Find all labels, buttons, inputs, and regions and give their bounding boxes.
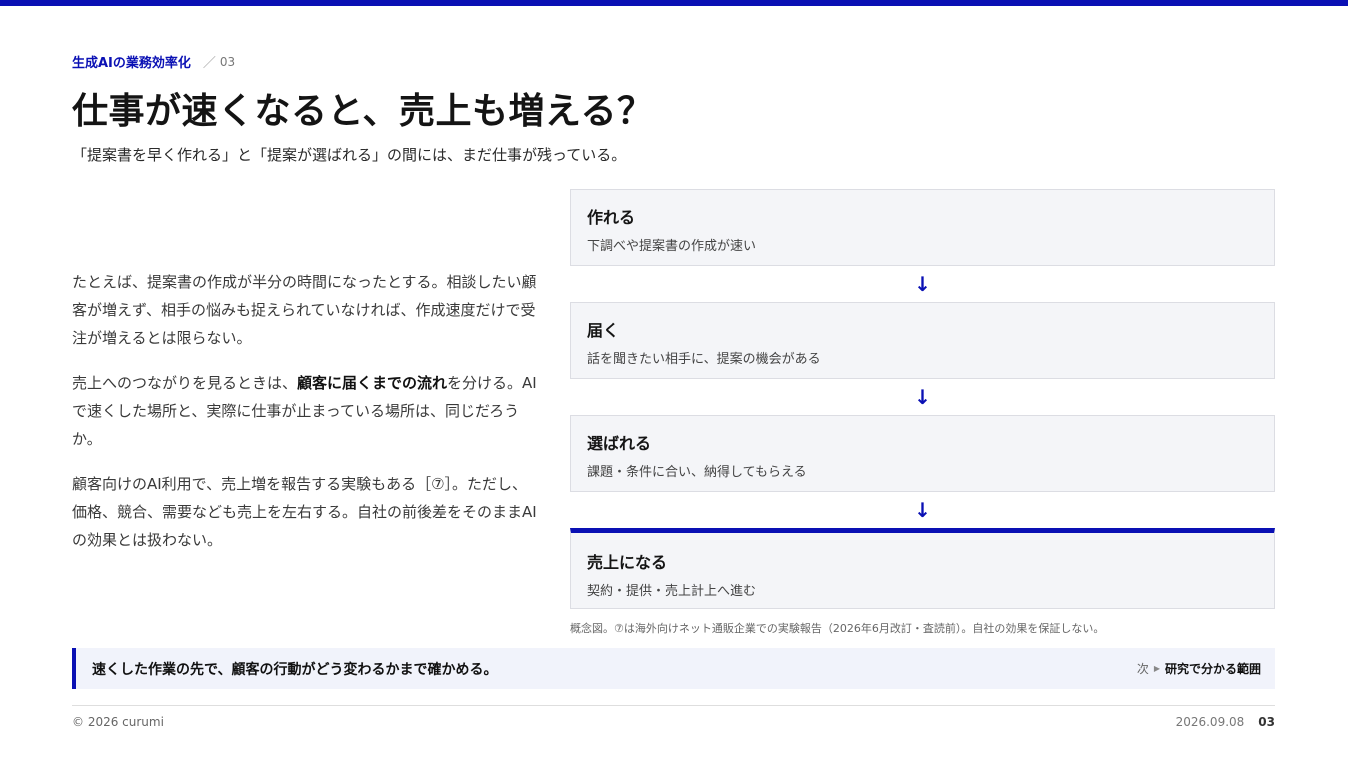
- flow-step-chosen: 選ばれる 課題・条件に合い、納得してもらえる: [570, 415, 1275, 492]
- flow-step-desc: 課題・条件に合い、納得してもらえる: [587, 465, 807, 480]
- copyright: © 2026 curumi: [72, 715, 164, 729]
- body-text: たとえば、提案書の作成が半分の時間になったとする。相談したい顧客が増えず、相手の…: [72, 268, 538, 571]
- figure-caption: 概念図。⑦は海外向けネット通販企業での実験報告（2026年6月改訂・査読前）。自…: [570, 622, 1105, 635]
- flow-step-sales: 売上になる 契約・提供・売上計上へ進む: [570, 528, 1275, 609]
- flow-step-make: 作れる 下調べや提案書の作成が速い: [570, 189, 1275, 266]
- flow-step-desc: 契約・提供・売上計上へ進む: [587, 584, 757, 599]
- key-message-callout: 速くした作業の先で、顧客の行動がどう変わるかまで確かめる。 次 ▶ 研究で分かる…: [72, 648, 1275, 689]
- page-number: 03: [1258, 715, 1275, 729]
- flow-step-reach: 届く 話を聞きたい相手に、提案の機会がある: [570, 302, 1275, 379]
- section-number: 03: [219, 54, 236, 69]
- page-subtitle: 「提案書を早く作れる」と「提案が選ばれる」の間には、まだ仕事が残っている。: [72, 146, 627, 164]
- footer-divider: [72, 705, 1275, 706]
- slide-date: 2026.09.08: [1175, 715, 1245, 729]
- next-label: 次: [1136, 662, 1149, 676]
- paragraph-2: 売上へのつながりを見るときは、顧客に届くまでの流れを分ける。AIで速くした場所と…: [72, 369, 538, 453]
- flow-step-name: 選ばれる: [587, 434, 652, 453]
- breadcrumb: 生成AIの業務効率化 ／ 03: [72, 52, 236, 72]
- flow-step-name: 売上になる: [587, 553, 668, 572]
- play-triangle-icon: ▶: [1153, 664, 1160, 673]
- flow-step-name: 作れる: [587, 208, 636, 227]
- paragraph-2-lead: 売上へのつながりを見るときは、: [72, 374, 298, 392]
- down-arrow-icon: ↓: [914, 385, 931, 409]
- flow-diagram: 作れる 下調べや提案書の作成が速い ↓ 届く 話を聞きたい相手に、提案の機会があ…: [570, 189, 1275, 609]
- flow-step-desc: 話を聞きたい相手に、提案の機会がある: [587, 352, 821, 367]
- page-title: 仕事が速くなると、売上も増える？: [72, 91, 654, 132]
- down-arrow-icon: ↓: [914, 498, 931, 522]
- next-section-link[interactable]: 次 ▶ 研究で分かる範囲: [1137, 660, 1261, 677]
- down-arrow-icon: ↓: [914, 272, 931, 296]
- section-label: 生成AIの業務効率化: [72, 56, 191, 71]
- paragraph-2-emphasis: 顧客に届くまでの流れ: [297, 374, 448, 392]
- footer-meta: 2026.09.08 03: [1176, 715, 1275, 729]
- paragraph-3: 顧客向けのAI利用で、売上増を報告する実験もある［⑦］。ただし、価格、競合、需要…: [72, 475, 537, 549]
- key-message: 速くした作業の先で、顧客の行動がどう変わるかまで確かめる。: [92, 661, 498, 678]
- next-section-title: 研究で分かる範囲: [1164, 662, 1261, 676]
- flow-step-desc: 下調べや提案書の作成が速い: [587, 239, 757, 254]
- breadcrumb-separator: ／: [202, 56, 216, 71]
- top-accent-bar: [0, 0, 1348, 6]
- paragraph-1: たとえば、提案書の作成が半分の時間になったとする。相談したい顧客が増えず、相手の…: [72, 273, 537, 347]
- flow-step-name: 届く: [587, 321, 620, 340]
